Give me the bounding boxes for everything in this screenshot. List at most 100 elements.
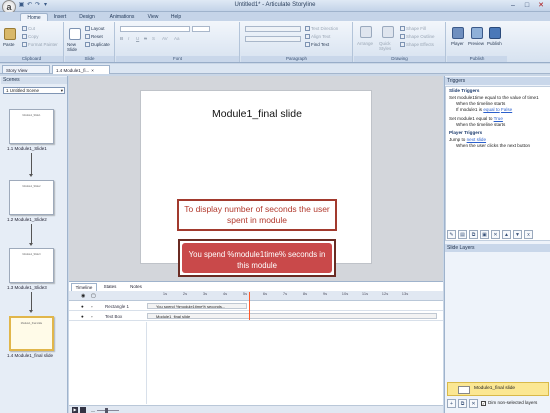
- new-layer-icon[interactable]: +: [447, 399, 456, 408]
- reset-label: Reset: [91, 34, 103, 39]
- player-button[interactable]: Player: [451, 41, 464, 47]
- shape-outline-button[interactable]: Shape Outline: [400, 34, 435, 40]
- condition-value-link[interactable]: False: [501, 107, 512, 112]
- new-trigger-icon[interactable]: ✎: [447, 230, 456, 239]
- change-case-button[interactable]: Aa: [174, 36, 180, 42]
- lock-icon[interactable]: ▢: [91, 293, 96, 299]
- paste-button[interactable]: Paste: [3, 42, 15, 48]
- variables-icon[interactable]: x: [524, 230, 533, 239]
- move-up-icon[interactable]: ▲: [502, 230, 511, 239]
- copy-trigger-icon[interactable]: ⧉: [469, 230, 478, 239]
- char-spacing-button[interactable]: AV: [162, 36, 168, 42]
- new-slide-icon[interactable]: [69, 28, 81, 40]
- condition-operator-link[interactable]: equal to: [483, 107, 499, 112]
- player-icon[interactable]: [452, 27, 464, 39]
- minimize-icon[interactable]: –: [506, 1, 520, 10]
- tab-module-slide[interactable]: 1.4 Module1_fi... ×: [52, 65, 110, 74]
- paste-trigger-icon[interactable]: ▣: [480, 230, 489, 239]
- base-layer-row[interactable]: Module1_final slide: [447, 382, 549, 396]
- next-slide-link[interactable]: next slide: [467, 137, 486, 142]
- tab-timeline[interactable]: Timeline: [71, 283, 97, 291]
- arrange-button[interactable]: Arrange: [357, 41, 373, 47]
- new-slide-button[interactable]: New Slide: [67, 42, 85, 52]
- align-text-button[interactable]: Align Text: [305, 34, 330, 40]
- playhead[interactable]: [249, 292, 250, 320]
- publish-group-label: Publish: [447, 56, 507, 62]
- lock-icon[interactable]: ▫: [91, 312, 93, 321]
- message-rectangle[interactable]: You spend %module1time% seconds in this …: [178, 239, 336, 277]
- paste-icon[interactable]: [4, 28, 16, 40]
- tab-view[interactable]: View: [142, 13, 164, 21]
- tab-notes[interactable]: Notes: [123, 283, 149, 291]
- shape-outline-icon: [400, 34, 405, 40]
- lock-icon[interactable]: ▫: [91, 302, 93, 311]
- timeline-bar[interactable]: Module1_final slide: [147, 313, 437, 319]
- publish-button[interactable]: Publish: [487, 41, 502, 47]
- bullets-toolbar[interactable]: [245, 26, 301, 32]
- duplicate-button[interactable]: Duplicate: [85, 42, 110, 48]
- preview-icon[interactable]: [471, 27, 483, 39]
- close-icon[interactable]: ✕: [534, 1, 548, 10]
- cut-button[interactable]: Cut: [22, 26, 35, 32]
- copy-button[interactable]: Copy: [22, 34, 39, 40]
- font-family-select[interactable]: [120, 26, 190, 32]
- tick-label: 3s: [202, 291, 208, 296]
- format-painter-button[interactable]: Format Painter: [22, 42, 58, 48]
- slide-thumb-2[interactable]: Module1_Slide2: [9, 180, 54, 215]
- delete-layer-icon[interactable]: ✕: [469, 399, 478, 408]
- arrange-icon[interactable]: [360, 26, 372, 38]
- strikethrough-button[interactable]: S: [144, 36, 147, 42]
- shadow-button[interactable]: S: [152, 36, 155, 42]
- underline-button[interactable]: U: [136, 36, 139, 42]
- maximize-icon[interactable]: □: [520, 1, 534, 10]
- tab-design[interactable]: Design: [72, 13, 102, 21]
- publish-icon[interactable]: [489, 27, 501, 39]
- scene-select[interactable]: 1 Untitled Scene ▾: [3, 87, 65, 94]
- eye-icon[interactable]: ●: [81, 302, 84, 311]
- shape-fill-button[interactable]: Shape Fill: [400, 26, 426, 32]
- slide-thumb-1[interactable]: Module1_Slide1: [9, 109, 54, 144]
- slide-thumb-4[interactable]: Module1_final slide: [9, 316, 54, 351]
- tab-story-view[interactable]: Story View: [2, 65, 50, 74]
- tab-close-icon[interactable]: ×: [91, 68, 94, 73]
- slide-group: New Slide Layout Reset Duplicate Slide: [65, 22, 115, 62]
- timeline-ruler[interactable]: ◉ ▢ 1s 2s 3s 4s 5s 6s 7s 8s 9s 10s 11s 1…: [69, 291, 443, 301]
- duplicate-layer-icon[interactable]: ⧉: [458, 399, 467, 408]
- slide-thumb-3[interactable]: Module1_Slide3: [9, 248, 54, 283]
- tab-states[interactable]: States: [97, 283, 123, 291]
- italic-button[interactable]: I: [128, 36, 129, 42]
- timeline-row[interactable]: ● ▫ Text Box Module1_final slide: [69, 312, 443, 321]
- find-text-button[interactable]: Find Text: [305, 42, 329, 48]
- quick-styles-icon[interactable]: [382, 26, 394, 38]
- slide-title[interactable]: Module1_final slide: [141, 108, 373, 120]
- tab-help[interactable]: Help: [164, 13, 188, 21]
- align-toolbar[interactable]: [245, 36, 301, 42]
- slide-canvas[interactable]: Module1_final slide To display number of…: [140, 90, 373, 277]
- copy-label: Copy: [28, 34, 39, 39]
- edit-trigger-icon[interactable]: ▤: [458, 230, 467, 239]
- stop-icon[interactable]: [80, 407, 86, 413]
- timeline-row[interactable]: ● ▫ Rectangle 1 You spend %module1time% …: [69, 302, 443, 311]
- text-direction-button[interactable]: Text Direction: [305, 26, 338, 32]
- tab-insert[interactable]: Insert: [48, 13, 72, 21]
- tab-animations[interactable]: Animations: [102, 13, 142, 21]
- delete-trigger-icon[interactable]: ✕: [491, 230, 500, 239]
- zoom-slider-handle[interactable]: [105, 408, 108, 413]
- tab-home[interactable]: Home: [20, 13, 48, 21]
- layout-button[interactable]: Layout: [85, 26, 105, 32]
- bold-button[interactable]: B: [120, 36, 123, 42]
- reset-button[interactable]: Reset: [85, 34, 103, 40]
- trigger-value-link[interactable]: True: [494, 116, 503, 121]
- eye-icon[interactable]: ◉: [81, 293, 85, 299]
- dim-checkbox[interactable]: ✓: [481, 401, 486, 406]
- play-icon[interactable]: ▶: [72, 407, 78, 413]
- timeline-bar[interactable]: You spend %module1time% seconds...: [147, 303, 247, 309]
- preview-button[interactable]: Preview: [468, 41, 484, 47]
- font-size-select[interactable]: [192, 26, 210, 32]
- move-down-icon[interactable]: ▼: [513, 230, 522, 239]
- quick-styles-button[interactable]: Quick Styles: [379, 41, 397, 51]
- zoom-slider[interactable]: [97, 410, 119, 411]
- shape-effects-button[interactable]: Shape Effects: [400, 42, 434, 48]
- eye-icon[interactable]: ●: [81, 312, 84, 321]
- zoom-out-icon[interactable]: —: [91, 408, 95, 413]
